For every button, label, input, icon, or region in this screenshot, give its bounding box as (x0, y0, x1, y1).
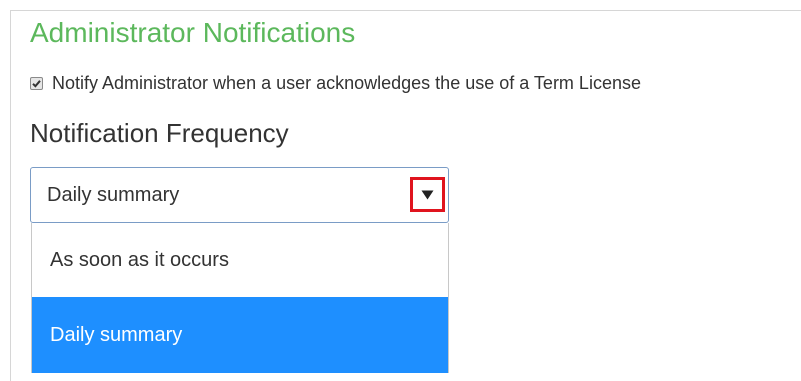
notify-administrator-option[interactable]: Notify Administrator when a user acknowl… (30, 70, 641, 96)
option-daily-summary[interactable]: Daily summary (32, 297, 448, 373)
dropdown-toggle-button[interactable] (410, 177, 445, 212)
checkmark-icon (32, 79, 41, 88)
notify-administrator-label[interactable]: Notify Administrator when a user acknowl… (52, 73, 641, 94)
section-title-notification-frequency: Notification Frequency (30, 118, 289, 148)
frequency-dropdown-list: As soon as it occurs Daily summary (31, 223, 449, 373)
triangle-down-icon (421, 190, 434, 199)
notify-administrator-checkbox[interactable] (30, 76, 43, 90)
section-title-administrator-notifications: Administrator Notifications (30, 17, 356, 48)
option-as-soon-as-it-occurs[interactable]: As soon as it occurs (32, 223, 448, 297)
select-current-value: Daily summary (47, 184, 180, 206)
notification-frequency-select[interactable]: Daily summary (30, 167, 449, 223)
